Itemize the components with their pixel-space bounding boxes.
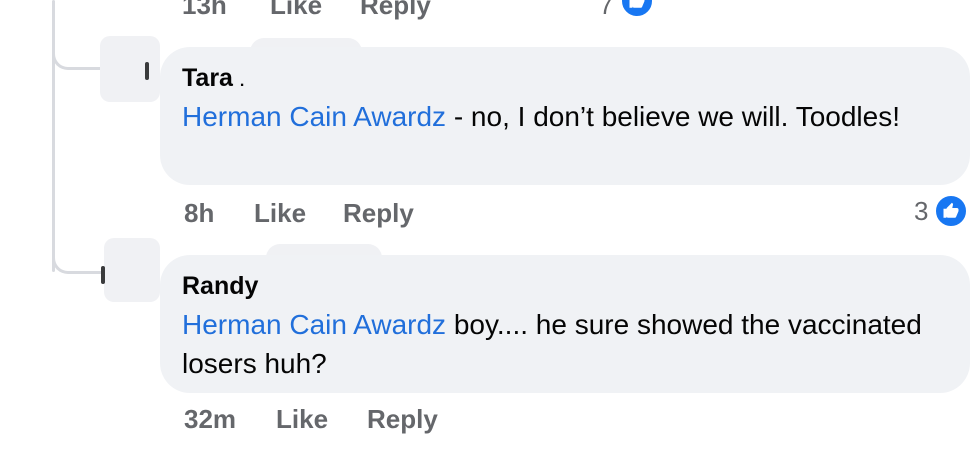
comment-body: - no, I don’t believe we will. Toodles!: [446, 101, 900, 132]
like-button[interactable]: Like: [254, 198, 306, 229]
comment-bubble: Randy Herman Cain Awardz boy.... he sure…: [160, 255, 970, 393]
comment-bubble: Tara . Herman Cain Awardz - no, I don’t …: [160, 47, 970, 185]
author-name[interactable]: Tara: [182, 64, 233, 92]
comment-text: Herman Cain Awardz - no, I don’t believe…: [182, 97, 948, 136]
avatar-edge: [145, 62, 149, 80]
comment-timestamp[interactable]: 8h: [184, 198, 214, 229]
reaction-summary[interactable]: 3: [914, 194, 969, 228]
comment-timestamp: 13h: [182, 0, 227, 20]
thumbs-up-icon: [620, 0, 654, 18]
mention-link[interactable]: Herman Cain Awardz: [182, 101, 446, 132]
avatar-edge: [101, 266, 105, 284]
thread-connector-line: [52, 0, 55, 272]
reaction-summary[interactable]: [620, 0, 654, 18]
thread-connector-curve: [52, 252, 102, 274]
like-button[interactable]: Like: [270, 0, 322, 21]
reply-button[interactable]: Reply: [367, 404, 438, 435]
reply-button[interactable]: Reply: [343, 198, 414, 229]
avatar[interactable]: [104, 238, 160, 302]
comment-author[interactable]: Tara .: [182, 61, 948, 95]
reaction-count: 3: [914, 195, 929, 226]
thumbs-up-icon: [934, 194, 969, 228]
comment-timestamp[interactable]: 32m: [184, 404, 236, 435]
comment-thread: 13h Like Reply 7 Tara . Herman Cain Awar…: [0, 0, 980, 458]
reaction-count: 7: [599, 0, 614, 20]
mention-link[interactable]: Herman Cain Awardz: [182, 309, 446, 340]
author-name-suffix: .: [239, 73, 245, 90]
thread-connector-curve: [52, 48, 102, 70]
comment-author[interactable]: Randy: [182, 269, 948, 303]
like-button[interactable]: Like: [276, 404, 328, 435]
avatar[interactable]: [100, 36, 160, 102]
author-name[interactable]: Randy: [182, 272, 258, 300]
reply-button[interactable]: Reply: [360, 0, 431, 21]
comment-text: Herman Cain Awardz boy.... he sure showe…: [182, 305, 948, 383]
